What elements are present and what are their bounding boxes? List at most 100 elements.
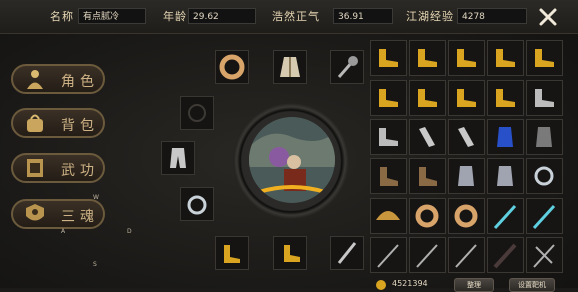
stats-bar: 名称 有点腻冷 年龄 29.62 浩然正气 36.91 江湖经验 4278 xyxy=(0,0,578,34)
equip-slot-bottom-left[interactable] xyxy=(215,236,249,270)
stat-label-name: 名称 xyxy=(50,10,74,23)
inventory-cell[interactable] xyxy=(448,40,485,76)
inventory-cell[interactable] xyxy=(487,40,524,76)
gold-boot-icon xyxy=(496,89,515,107)
inventory-cell[interactable] xyxy=(370,198,407,234)
gold-boot-icon xyxy=(418,89,437,107)
menu-martial-label: 武功 xyxy=(61,163,99,179)
stat-label-experience: 江湖经验 xyxy=(406,10,454,23)
inventory-cell[interactable] xyxy=(448,119,485,155)
gold-boot-icon xyxy=(457,89,476,107)
inventory-cell[interactable] xyxy=(409,237,446,273)
gold-boot-icon xyxy=(379,89,398,107)
gauntlet-icon xyxy=(497,166,513,186)
equip-slot-left-middle[interactable] xyxy=(161,141,195,175)
inventory-cell[interactable] xyxy=(370,80,407,116)
inventory-cell[interactable] xyxy=(487,237,524,273)
inventory-cell[interactable] xyxy=(409,158,446,194)
menu-bag-button[interactable]: 背包 xyxy=(11,108,105,138)
jade-ring-icon xyxy=(454,204,478,228)
dark-blade-icon xyxy=(493,243,517,269)
stat-label-righteousness: 浩然正气 xyxy=(272,10,320,23)
coin-amount: 4521394 xyxy=(392,279,428,288)
leather-boot-icon xyxy=(380,167,398,186)
silver-bracer-icon xyxy=(419,127,435,147)
stray-letter: D xyxy=(127,228,132,235)
inventory-cell[interactable] xyxy=(448,237,485,273)
stray-letter: A xyxy=(61,228,66,235)
menu-soul-button[interactable]: 三魂 xyxy=(11,199,105,229)
menu-character-button[interactable]: 角色 xyxy=(11,64,105,94)
jade-ring-icon xyxy=(219,54,245,80)
inventory-cell[interactable] xyxy=(526,40,563,76)
settings-button[interactable]: 设置靶机 xyxy=(509,278,555,292)
inventory-cell[interactable] xyxy=(487,80,524,116)
gold-boot-icon xyxy=(418,49,437,67)
equip-slot-bottom-center[interactable] xyxy=(273,236,307,270)
spear-icon xyxy=(455,244,477,268)
silver-boot-icon xyxy=(535,89,554,107)
inventory-cell[interactable] xyxy=(526,237,563,273)
stray-letter: W xyxy=(93,194,99,201)
inventory-cell[interactable] xyxy=(409,80,446,116)
menu-martial-button[interactable]: 武功 xyxy=(11,153,105,183)
stat-label-age: 年龄 xyxy=(163,10,187,23)
inventory-cell[interactable] xyxy=(409,40,446,76)
silver-boot-icon xyxy=(379,128,398,146)
blue-sword-icon xyxy=(532,204,556,230)
scroll-icon xyxy=(27,159,43,177)
ring-icon xyxy=(534,166,554,186)
equip-slot-left-lower[interactable] xyxy=(180,187,214,221)
spear-icon xyxy=(416,244,438,268)
stray-letter: S xyxy=(93,261,97,268)
inventory-cell[interactable] xyxy=(526,158,563,194)
inventory-cell[interactable] xyxy=(370,40,407,76)
inventory-cell[interactable] xyxy=(526,198,563,234)
empty-slot-icon xyxy=(188,104,206,122)
inventory-cell[interactable] xyxy=(487,119,524,155)
soul-icon xyxy=(26,204,44,221)
gold-boots-icon xyxy=(224,245,240,263)
close-x-icon xyxy=(539,8,557,26)
menu-character-label: 角色 xyxy=(61,74,99,90)
pants-icon xyxy=(170,148,186,168)
equip-slot-top-right[interactable] xyxy=(330,50,364,84)
character-icon xyxy=(27,70,43,89)
menu-soul-label: 三魂 xyxy=(61,209,99,225)
gauntlet-icon xyxy=(458,166,474,186)
leather-boot-icon xyxy=(419,167,437,186)
inventory-cell[interactable] xyxy=(487,158,524,194)
inventory-screen: 名称 有点腻冷 年龄 29.62 浩然正气 36.91 江湖经验 4278 角色… xyxy=(0,0,578,292)
inventory-cell[interactable] xyxy=(448,158,485,194)
dagger-icon xyxy=(337,242,357,264)
inventory-cell[interactable] xyxy=(448,198,485,234)
gold-boot-icon xyxy=(457,49,476,67)
menu-bag-label: 背包 xyxy=(61,118,99,134)
stat-value-age: 29.62 xyxy=(188,8,256,24)
inventory-cell[interactable] xyxy=(409,119,446,155)
equip-slot-bottom-right[interactable] xyxy=(330,236,364,270)
inventory-cell[interactable] xyxy=(448,80,485,116)
coin-pouch-icon xyxy=(376,280,386,290)
inventory-cell[interactable] xyxy=(526,80,563,116)
inventory-cell[interactable] xyxy=(487,198,524,234)
silver-bracer-icon xyxy=(458,127,474,147)
inventory-cell[interactable] xyxy=(526,119,563,155)
equip-slot-top-left[interactable] xyxy=(215,50,249,84)
robe-icon xyxy=(280,57,300,77)
grey-armor-icon xyxy=(536,127,552,147)
crossed-spear-icon xyxy=(533,244,555,268)
inventory-cell[interactable] xyxy=(370,119,407,155)
gold-boot-icon xyxy=(496,49,515,67)
equip-slot-top-center[interactable] xyxy=(273,50,307,84)
inventory-cell[interactable] xyxy=(409,198,446,234)
stat-value-righteousness: 36.91 xyxy=(333,8,393,24)
gold-boot-icon xyxy=(284,245,300,262)
inventory-cell[interactable] xyxy=(370,158,407,194)
gold-boot-icon xyxy=(379,49,398,67)
close-button[interactable] xyxy=(537,6,559,28)
inventory-cell[interactable] xyxy=(370,237,407,273)
stat-value-experience: 4278 xyxy=(457,8,527,24)
equip-slot-left-upper[interactable] xyxy=(180,96,214,130)
sort-button[interactable]: 整理 xyxy=(454,278,494,292)
